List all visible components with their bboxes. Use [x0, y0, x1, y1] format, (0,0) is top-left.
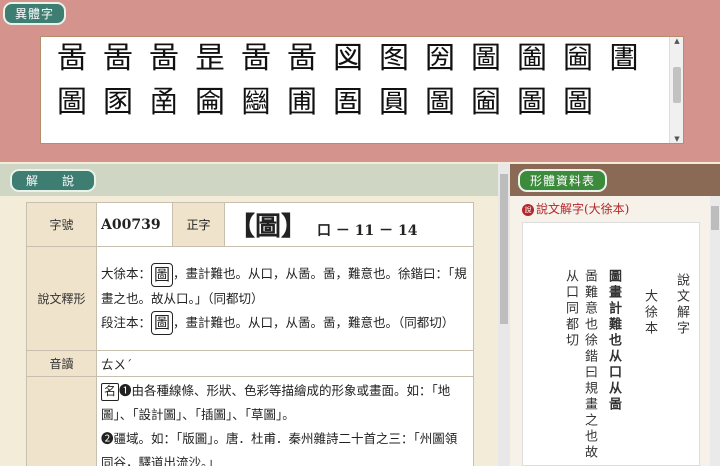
- forms-scrollbar[interactable]: [710, 196, 720, 466]
- variant-char[interactable]: 啚: [141, 41, 187, 77]
- variants-tab[interactable]: 異體字: [3, 2, 67, 25]
- variant-char[interactable]: 圂: [95, 85, 141, 121]
- zhengzi-value: 【圖】 口 － 11 － 14: [224, 202, 474, 247]
- variant-char[interactable]: 圃: [279, 85, 325, 121]
- shuowen-link[interactable]: 說說文解字(大徐本): [522, 200, 629, 217]
- definition-label: [26, 376, 97, 466]
- variants-section: 異體字 啚啚啚昰啚啚図图圀圖圗圙圕圖圂圅圇圝圃圄圓圖圙圖圖 ▲ ▼: [0, 0, 720, 162]
- scroll-down-icon[interactable]: ▼: [670, 135, 683, 143]
- variant-char[interactable]: 圖: [509, 85, 555, 121]
- variant-char[interactable]: 圅: [141, 85, 187, 121]
- variant-char[interactable]: 圀: [417, 41, 463, 77]
- variant-char[interactable]: 図: [325, 41, 371, 77]
- variant-char[interactable]: 圙: [555, 41, 601, 77]
- explanation-panel: 字號 A00739 正字 【圖】 口 － 11 － 14 說文釋形 大徐本：圖，…: [0, 196, 498, 466]
- explanation-tab[interactable]: 解 說: [10, 169, 97, 192]
- shuowen-scan-image: 說文解字 大徐本 圖畫計難也从口从啚 啚難意也徐鍇曰規畫之也故从口同都切: [522, 222, 700, 466]
- variant-char[interactable]: 圇: [187, 85, 233, 121]
- forms-scroll-thumb[interactable]: [711, 206, 719, 230]
- radical-info: 口 － 11 － 14: [317, 223, 418, 239]
- variant-char[interactable]: 圙: [463, 85, 509, 121]
- zhengzi-char: 【圖】: [229, 212, 308, 242]
- shuowen-label: 說文釋形: [26, 246, 97, 351]
- variant-char[interactable]: 圝: [233, 85, 279, 121]
- variants-list: 啚啚啚昰啚啚図图圀圖圗圙圕圖圂圅圇圝圃圄圓圖圙圖圖 ▲ ▼: [40, 36, 684, 144]
- scroll-thumb[interactable]: [673, 67, 681, 103]
- zihao-value: A00739: [96, 202, 173, 247]
- seal-duan-icon: 圖: [151, 311, 174, 335]
- variant-char[interactable]: 圖: [49, 85, 95, 121]
- yindu-value: ㄊㄨˊ: [96, 350, 474, 377]
- variant-grid: 啚啚啚昰啚啚図图圀圖圗圙圕圖圂圅圇圝圃圄圓圖圙圖圖: [49, 41, 659, 121]
- main-scroll-thumb[interactable]: [500, 174, 508, 324]
- zhengzi-label: 正字: [172, 202, 225, 247]
- forms-tab[interactable]: 形體資料表: [518, 169, 608, 192]
- variant-char[interactable]: 圖: [555, 85, 601, 121]
- forms-panel: 說說文解字(大徐本) 說文解字 大徐本 圖畫計難也从口从啚 啚難意也徐鍇曰規畫之…: [510, 196, 720, 466]
- variant-char[interactable]: 啚: [233, 41, 279, 77]
- noun-badge-icon: 名: [101, 382, 119, 401]
- variant-char[interactable]: 啚: [95, 41, 141, 77]
- variant-char[interactable]: 圖: [463, 41, 509, 77]
- variant-char[interactable]: 圕: [601, 41, 647, 77]
- info-table: 字號 A00739 正字 【圖】 口 － 11 － 14 說文釋形 大徐本：圖，…: [26, 202, 474, 466]
- variant-char[interactable]: 昰: [187, 41, 233, 77]
- scroll-up-icon[interactable]: ▲: [670, 37, 683, 45]
- yindu-label: 音讀: [26, 350, 97, 377]
- definition-value: 名 ❶由各種線條、形狀、色彩等描繪成的形象或畫面。如：「地圖」、「設計圖」、「插圖…: [96, 376, 474, 466]
- variants-scrollbar[interactable]: ▲ ▼: [669, 37, 683, 143]
- variant-char[interactable]: 圖: [417, 85, 463, 121]
- variant-char[interactable]: 图: [371, 41, 417, 77]
- variant-char[interactable]: 圓: [371, 85, 417, 121]
- shuowen-value: 大徐本：圖，畫計難也。从口，从啚。啚，難意也。徐鍇曰：「規畫之也。故从口。」（同…: [96, 246, 474, 351]
- variant-char[interactable]: 啚: [279, 41, 325, 77]
- variant-char[interactable]: 圗: [509, 41, 555, 77]
- zihao-label: 字號: [26, 202, 97, 247]
- variant-char[interactable]: 啚: [49, 41, 95, 77]
- forms-header: 形體資料表: [510, 164, 720, 196]
- explanation-header: 解 說: [0, 164, 500, 196]
- variant-char[interactable]: 圄: [325, 85, 371, 121]
- seal-xu-icon: 圖: [151, 262, 174, 287]
- main-scrollbar[interactable]: [498, 164, 510, 466]
- shuowen-icon: 說: [522, 203, 534, 216]
